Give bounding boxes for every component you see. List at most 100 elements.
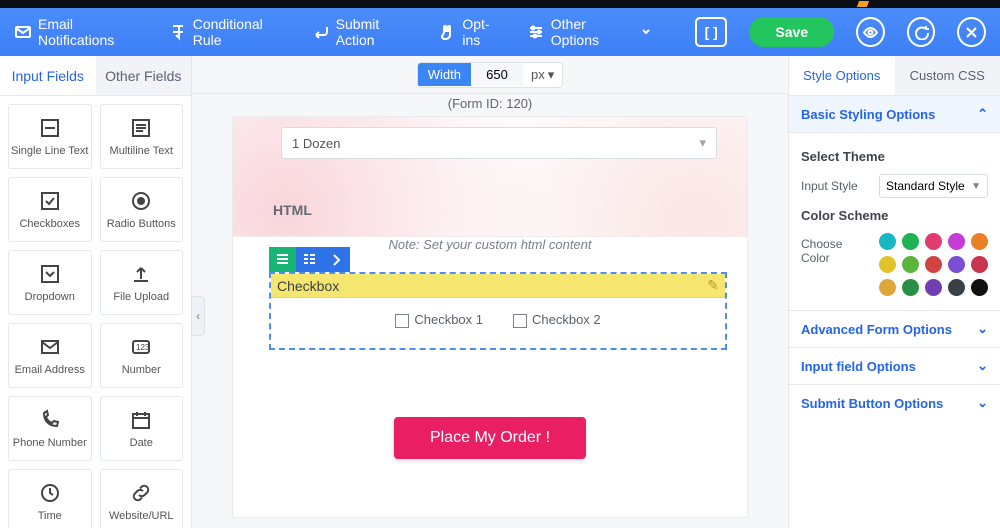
selected-block-toolbar	[269, 247, 350, 272]
svg-text:123: 123	[136, 343, 150, 352]
label: Submit Button Options	[801, 396, 943, 411]
accordion-submit-button[interactable]: Submit Button Options ⌄	[789, 384, 1000, 421]
edit-icon[interactable]: ✎	[707, 277, 719, 294]
shortcode-button[interactable]: [ ]	[695, 17, 727, 47]
save-button[interactable]: Save	[749, 17, 834, 47]
mail-icon	[39, 336, 61, 358]
color-swatch[interactable]	[971, 279, 988, 296]
field-dropdown[interactable]: Dropdown	[8, 250, 92, 315]
main-toolbar: Email Notifications Conditional Rule Sub…	[0, 8, 1000, 56]
conditional-rule-button[interactable]: Conditional Rule	[169, 16, 290, 48]
color-swatch[interactable]	[948, 233, 965, 250]
checkbox-icon	[395, 314, 409, 328]
field-email[interactable]: Email Address	[8, 323, 92, 388]
preview-button[interactable]	[856, 17, 885, 47]
tab-style-options[interactable]: Style Options	[789, 56, 895, 96]
chevron-down-icon: ▾	[699, 135, 706, 151]
width-label: Width	[418, 63, 471, 86]
dropdown-value: 1 Dozen	[292, 136, 340, 151]
submit-action-button[interactable]: Submit Action	[312, 16, 417, 48]
chevron-down-icon	[640, 26, 651, 38]
align-justify-button[interactable]	[296, 247, 323, 272]
reload-button[interactable]	[907, 17, 936, 47]
label: Checkbox 2	[532, 312, 601, 327]
label: Submit Action	[336, 16, 417, 48]
field-date[interactable]: Date	[100, 396, 184, 461]
reload-icon	[914, 25, 929, 40]
accordion-input-field[interactable]: Input field Options ⌄	[789, 347, 1000, 384]
field-radio-buttons[interactable]: Radio Buttons	[100, 177, 184, 242]
color-swatch[interactable]	[879, 256, 896, 273]
accordion-advanced-form[interactable]: Advanced Form Options ⌄	[789, 310, 1000, 347]
number-icon: 123	[130, 336, 152, 358]
form-id-label: (Form ID: 120)	[192, 96, 788, 111]
window-top-strip	[0, 0, 1000, 8]
width-unit-select[interactable]: px ▾	[523, 63, 562, 87]
color-swatch[interactable]	[971, 233, 988, 250]
label: Email Notifications	[38, 16, 147, 48]
field-phone[interactable]: Phone Number	[8, 396, 92, 461]
eye-icon	[863, 25, 878, 40]
phone-icon	[39, 409, 61, 431]
color-swatch[interactable]	[902, 233, 919, 250]
clock-icon	[39, 482, 61, 504]
color-swatch[interactable]	[902, 279, 919, 296]
basic-styling-body: Select Theme Input Style Standard Style▼…	[789, 133, 1000, 310]
link-icon	[130, 482, 152, 504]
color-swatches	[879, 233, 988, 296]
field-multiline-text[interactable]: Multiline Text	[100, 104, 184, 169]
radio-icon	[130, 190, 152, 212]
block-header[interactable]: Checkbox ✎	[271, 274, 725, 298]
caret-marker	[857, 1, 869, 7]
chevron-up-icon: ⌃	[977, 106, 988, 122]
field-file-upload[interactable]: File Upload	[100, 250, 184, 315]
color-swatch[interactable]	[948, 256, 965, 273]
width-control[interactable]: Width px ▾	[417, 62, 564, 88]
dropdown-icon	[39, 263, 61, 285]
form-canvas[interactable]: 1 Dozen ▾ HTML Note: Set your custom htm…	[232, 116, 748, 518]
sliders-icon	[527, 23, 544, 41]
checkbox-option-1[interactable]: Checkbox 1	[395, 312, 483, 328]
color-swatch[interactable]	[925, 256, 942, 273]
label: Checkboxes	[19, 218, 80, 230]
field-url[interactable]: Website/URL	[100, 469, 184, 528]
field-checkboxes[interactable]: Checkboxes	[8, 177, 92, 242]
field-palette: Input Fields Other Fields Single Line Te…	[0, 56, 192, 528]
label: Checkbox 1	[414, 312, 483, 327]
unit-text: px	[531, 67, 545, 82]
existing-dropdown-field[interactable]: 1 Dozen ▾	[281, 127, 717, 159]
close-button[interactable]	[957, 17, 986, 47]
field-number[interactable]: 123 Number	[100, 323, 184, 388]
checkbox-option-2[interactable]: Checkbox 2	[513, 312, 601, 328]
label: Single Line Text	[11, 145, 88, 157]
accordion-basic-styling[interactable]: Basic Styling Options ⌃	[789, 96, 1000, 133]
label: Number	[122, 364, 161, 376]
color-swatch[interactable]	[925, 279, 942, 296]
field-time[interactable]: Time	[8, 469, 92, 528]
tab-custom-css[interactable]: Custom CSS	[895, 56, 1000, 96]
tab-other-fields[interactable]: Other Fields	[96, 56, 192, 96]
color-swatch[interactable]	[879, 279, 896, 296]
color-swatch[interactable]	[879, 233, 896, 250]
selected-checkbox-block[interactable]: Checkbox ✎ Checkbox 1 Checkbox 2	[269, 272, 727, 350]
hand-icon	[438, 23, 455, 41]
align-left-button[interactable]	[269, 247, 296, 272]
form-submit-button[interactable]: Place My Order !	[394, 417, 586, 459]
color-swatch[interactable]	[948, 279, 965, 296]
input-style-select[interactable]: Standard Style▼	[879, 174, 988, 198]
block-title: Checkbox	[277, 278, 339, 294]
select-theme-title: Select Theme	[801, 149, 988, 164]
width-input[interactable]	[471, 63, 523, 86]
tab-input-fields[interactable]: Input Fields	[0, 56, 96, 96]
expand-block-button[interactable]	[323, 247, 350, 272]
input-style-label: Input Style	[801, 179, 871, 193]
other-options-dropdown[interactable]: Other Options	[527, 16, 651, 48]
optins-button[interactable]: Opt-ins	[438, 16, 504, 48]
color-swatch[interactable]	[971, 256, 988, 273]
color-swatch[interactable]	[902, 256, 919, 273]
email-notifications-button[interactable]: Email Notifications	[14, 16, 147, 48]
field-single-line-text[interactable]: Single Line Text	[8, 104, 92, 169]
color-swatch[interactable]	[925, 233, 942, 250]
collapse-left-panel[interactable]: ‹	[191, 296, 205, 336]
choose-color-label: Choose Color	[801, 237, 871, 265]
